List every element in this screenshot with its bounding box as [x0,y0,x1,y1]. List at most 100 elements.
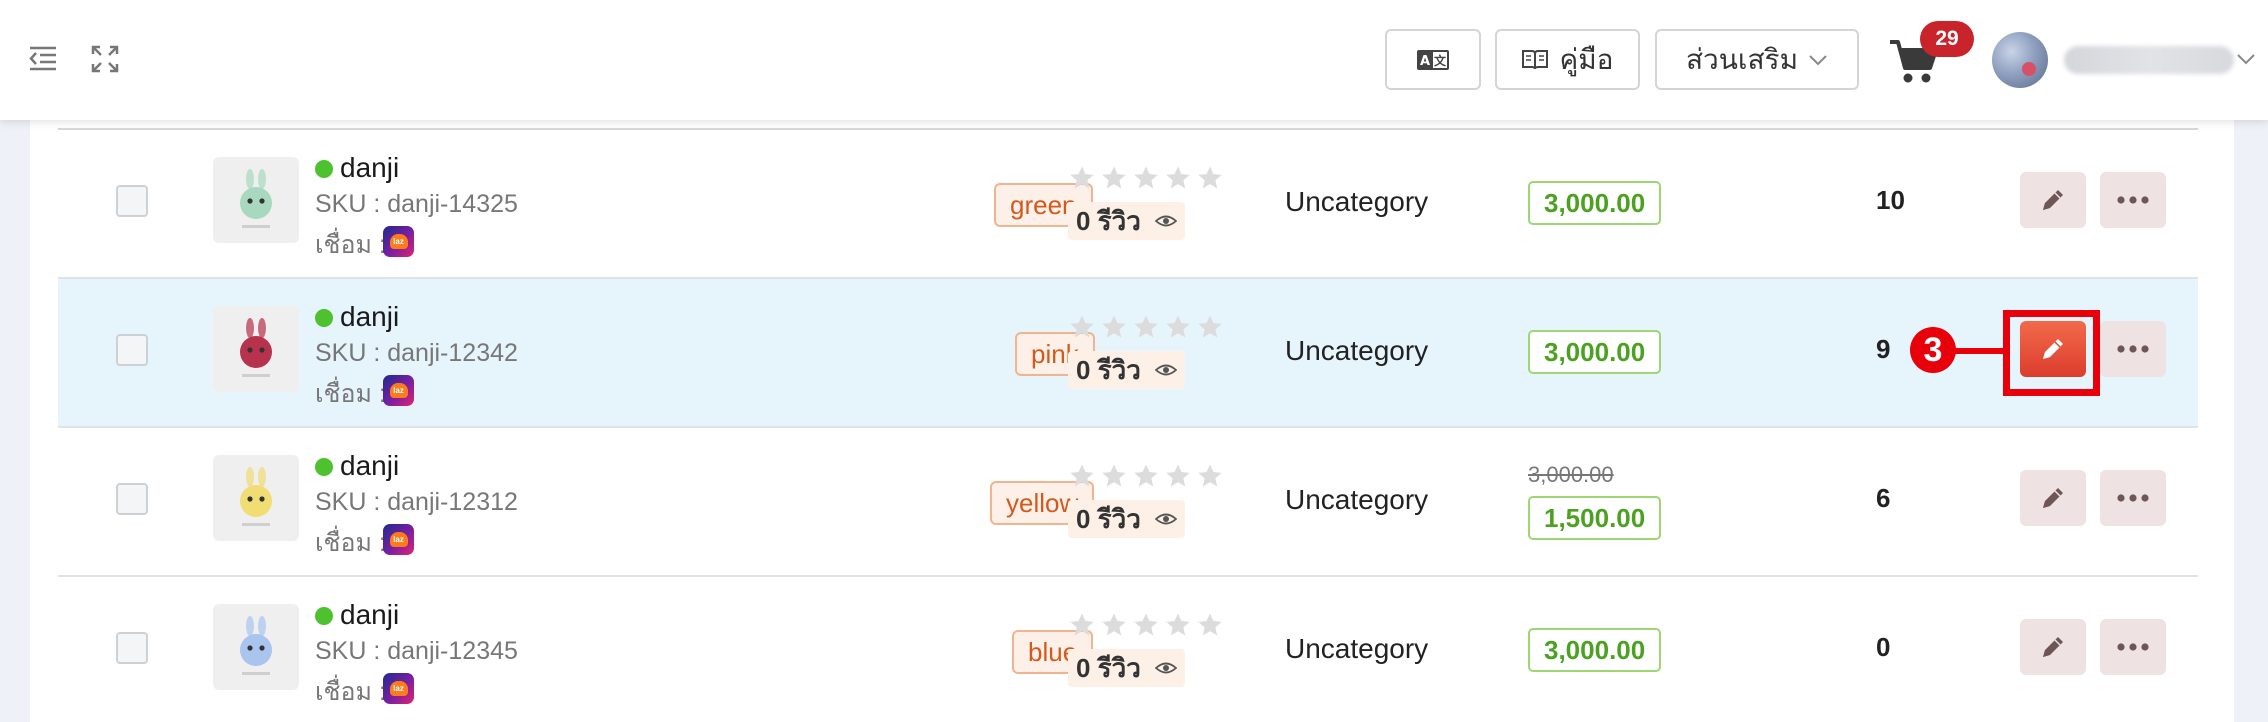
product-thumbnail[interactable] [213,306,299,392]
translate-button[interactable]: A 文 [1385,29,1481,90]
more-options-button[interactable] [2100,619,2166,675]
price-badge: 1,500.00 [1528,496,1662,540]
status-online-dot [315,309,333,327]
review-count-text: 0 รีวิว [1076,354,1141,385]
review-count-text: 0 รีวิว [1076,503,1141,534]
product-thumbnail[interactable] [213,455,299,541]
product-image [240,318,272,377]
addon-dropdown[interactable]: ส่วนเสริม [1655,29,1859,90]
row-checkbox[interactable] [116,334,148,366]
product-sku: SKU : danji-14325 [315,190,518,218]
step-number-badge: 3 [1910,327,1956,373]
eye-icon[interactable] [1154,214,1177,228]
more-dots-icon [2117,196,2149,204]
username-blurred[interactable] [2064,46,2234,74]
rating-stars [1068,164,1224,192]
product-category: Uncategory [1285,484,1429,515]
star-icon [1166,464,1190,487]
star-icon [1102,613,1126,636]
star-icon [1134,315,1158,338]
product-category: Uncategory [1285,335,1429,366]
top-header: A 文 คู่มือ ส่วนเสริม 29 [0,0,2268,120]
eye-icon[interactable] [1154,363,1177,377]
review-count: 0 รีวิว [1068,202,1185,240]
product-image [240,616,272,675]
product-category: Uncategory [1285,186,1429,217]
product-sku: SKU : danji-12345 [315,637,518,665]
product-thumbnail[interactable] [213,604,299,690]
rating-stars [1068,611,1224,639]
product-image [240,169,272,228]
status-online-dot [315,160,333,178]
product-name[interactable]: danji [340,450,399,482]
more-options-button[interactable] [2100,470,2166,526]
product-name[interactable]: danji [340,599,399,631]
edit-button[interactable] [2020,619,2086,675]
star-icon [1134,166,1158,189]
lazada-icon: laz [383,375,414,406]
edit-button[interactable] [2020,172,2086,228]
stock-quantity: 6 [1876,483,1891,513]
star-icon [1134,613,1158,636]
product-thumbnail[interactable] [213,157,299,243]
lazada-icon: laz [383,673,414,704]
lazada-icon: laz [383,226,414,257]
star-icon [1198,464,1222,487]
rating-stars [1068,462,1224,490]
star-icon [1198,613,1222,636]
stock-quantity: 10 [1876,185,1905,215]
stock-quantity: 0 [1876,632,1891,662]
chevron-down-icon [1809,54,1827,65]
product-name[interactable]: danji [340,301,399,333]
more-options-button[interactable] [2100,172,2166,228]
original-price: 3,000.00 [1528,462,1614,487]
linked-label: เชื่อม : [315,231,386,259]
more-dots-icon [2117,345,2149,353]
svg-text:文: 文 [1434,53,1447,68]
pencil-icon [2043,488,2063,508]
star-icon [1070,613,1094,636]
edit-button[interactable] [2020,470,2086,526]
manual-label: คู่มือ [1559,43,1614,75]
step-highlight-box [2003,310,2100,396]
fullscreen-icon[interactable] [88,42,122,76]
review-count-text: 0 รีวิว [1076,652,1141,683]
price-badge: 3,000.00 [1528,330,1662,374]
addon-label: ส่วนเสริม [1685,43,1799,75]
star-icon [1102,464,1126,487]
svg-text:A: A [1420,54,1430,69]
linked-label: เชื่อม : [315,529,386,557]
star-icon [1166,315,1190,338]
avatar[interactable] [1992,32,2048,88]
pencil-icon [2043,637,2063,657]
table-row: danji SKU : danji-12342 เชื่อม : laz pink 0 ร… [58,279,2198,428]
star-icon [1198,166,1222,189]
rating-stars [1068,313,1224,341]
eye-icon[interactable] [1154,512,1177,526]
star-icon [1070,464,1094,487]
table-row: danji SKU : danji-12345 เชื่อม : laz blue 0 ร… [58,577,2198,722]
star-icon [1102,166,1126,189]
product-sku: SKU : danji-12312 [315,488,518,516]
star-icon [1070,315,1094,338]
eye-icon[interactable] [1154,661,1177,675]
price-badge: 3,000.00 [1528,628,1662,672]
star-icon [1166,613,1190,636]
chevron-down-icon[interactable] [2236,52,2256,66]
price-badge: 3,000.00 [1528,181,1662,225]
review-count: 0 รีวิว [1068,351,1185,389]
book-icon [1522,49,1549,69]
product-image [240,467,272,526]
linked-label: เชื่อม : [315,380,386,408]
table-row: danji SKU : danji-14325 เชื่อม : laz green 0 … [58,130,2198,279]
row-checkbox[interactable] [116,632,148,664]
more-options-button[interactable] [2100,321,2166,377]
row-checkbox[interactable] [116,483,148,515]
collapse-menu-icon[interactable] [26,42,60,76]
product-name[interactable]: danji [340,152,399,184]
status-online-dot [315,458,333,476]
review-count: 0 รีวิว [1068,649,1185,687]
row-checkbox[interactable] [116,185,148,217]
star-icon [1070,166,1094,189]
manual-button[interactable]: คู่มือ [1495,29,1640,90]
